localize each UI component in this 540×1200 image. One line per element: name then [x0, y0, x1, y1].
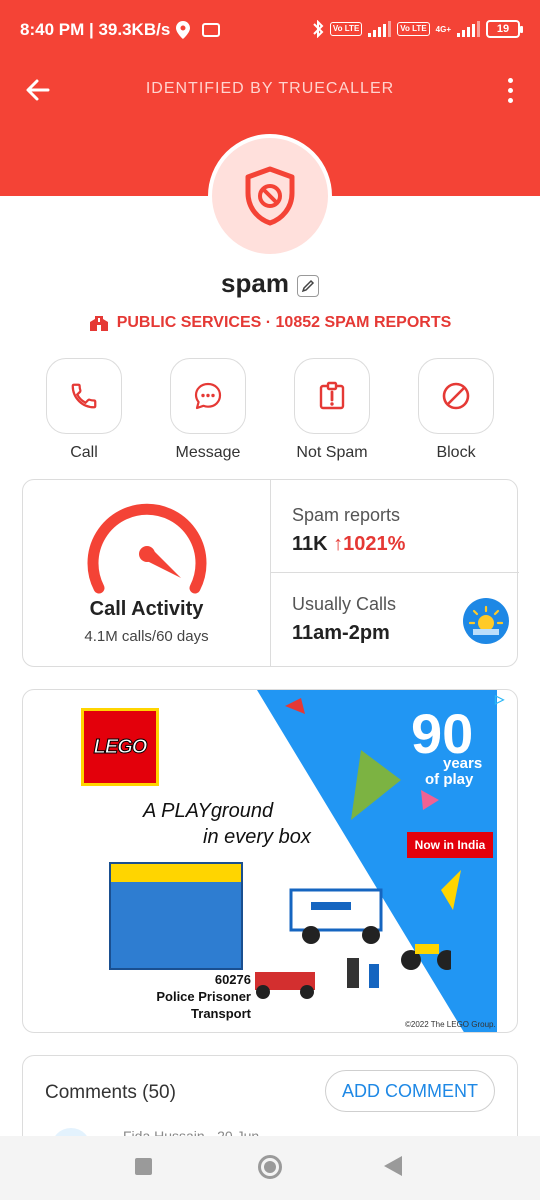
not-spam-button[interactable]: Not Spam	[287, 358, 377, 462]
ad-set-name-2: Transport	[191, 1006, 251, 1021]
usually-calls-value: 11am-2pm	[292, 622, 390, 644]
ad-set-name-1: Police Prisoner	[156, 989, 251, 1004]
stats-divider-horizontal	[270, 572, 519, 573]
spam-reports-label: Spam reports	[292, 505, 401, 525]
name-row: spam	[0, 268, 540, 299]
bluetooth-icon	[313, 20, 324, 38]
signal-icon-1	[368, 21, 392, 37]
comments-title: Comments (50)	[45, 1082, 176, 1103]
adchoices-icon[interactable]: ▷	[495, 692, 513, 708]
battery-level: 19	[496, 23, 510, 35]
ad-copyright: ©2022 The LEGO Group.	[405, 1020, 496, 1029]
call-button-circle[interactable]	[46, 358, 122, 434]
call-activity-title: Call Activity	[89, 598, 204, 620]
spam-growth-arrow-icon: ↑	[333, 533, 344, 555]
message-label: Message	[175, 444, 241, 461]
not-spam-button-circle[interactable]	[294, 358, 370, 434]
volte-badge-2: Vo LTE	[397, 22, 430, 36]
ad-of-play: of play	[425, 771, 474, 788]
ad-90: 90	[411, 702, 474, 765]
lego-logo-text: LEGO	[93, 735, 148, 758]
ad-tagline-1: A PLAYground	[143, 800, 274, 822]
network-type: 4G+	[435, 24, 451, 34]
stats-divider-vertical	[270, 480, 271, 666]
more-options-button[interactable]	[500, 74, 520, 106]
ad-cta-button[interactable]: Now in India	[407, 832, 493, 858]
police-truck-image	[255, 888, 451, 999]
status-right: Vo LTE Vo LTE 4G+ 19	[312, 20, 523, 38]
category-text: PUBLIC SERVICES · 10852 SPAM REPORTS	[116, 314, 452, 331]
location-icon	[176, 21, 191, 39]
add-comment-button[interactable]: ADD COMMENT	[325, 1070, 495, 1112]
spam-reports-value-row: 11K ↑1021%	[292, 533, 405, 556]
battery-icon: 19	[486, 20, 523, 38]
block-label: Block	[436, 444, 476, 461]
ad-banner[interactable]: LEGO A PLAYground in every box 60276 Pol…	[61, 690, 497, 1032]
lego-logo: LEGO	[81, 708, 159, 786]
recents-button[interactable]	[135, 1158, 152, 1175]
lego-set-box-image	[109, 862, 243, 970]
sun-icon	[463, 598, 509, 644]
ad-tagline: A PLAYground in every box	[143, 798, 333, 850]
comments-card: Comments (50) ADD COMMENT Fida Hussain ·…	[22, 1055, 518, 1145]
sun-glyph	[469, 605, 503, 635]
status-time: 8:40 PM | 39.3KB/s	[20, 20, 171, 39]
status-bar: 8:40 PM | 39.3KB/s Vo LTE Vo LTE 4G+ 19	[0, 0, 540, 62]
system-nav-bar	[0, 1136, 540, 1200]
phone-icon	[71, 383, 97, 409]
ad-card[interactable]: LEGO A PLAYground in every box 60276 Pol…	[22, 689, 518, 1033]
block-icon	[442, 382, 470, 410]
not-spam-label: Not Spam	[296, 444, 368, 461]
home-button[interactable]	[258, 1155, 282, 1179]
volte-badge-1: Vo LTE	[329, 22, 363, 36]
pencil-icon	[301, 279, 315, 292]
status-left: 8:40 PM | 39.3KB/s	[20, 20, 221, 40]
stats-card: Call Activity 4.1M calls/60 days Spam re…	[22, 479, 519, 667]
block-button[interactable]: Block	[411, 358, 501, 462]
contact-name: spam	[221, 268, 289, 298]
header-title: IDENTIFIED BY TRUECALLER	[145, 80, 395, 97]
speedometer-icon	[87, 503, 207, 594]
ad-set-number: 60276	[214, 972, 251, 987]
edit-name-button[interactable]	[296, 274, 319, 297]
action-bar: Call Message Not Spam Block	[0, 358, 540, 461]
signal-icon-2	[457, 21, 480, 37]
message-button-circle[interactable]	[170, 358, 246, 434]
call-activity-sub: 4.1M calls/60 days	[84, 628, 209, 645]
ad-90-years: 90 years of play	[411, 702, 497, 788]
spam-growth-value: 1021%	[343, 533, 406, 555]
call-button[interactable]: Call	[39, 358, 129, 462]
vr-icon	[202, 23, 221, 37]
chat-icon	[194, 382, 222, 410]
message-button[interactable]: Message	[163, 358, 253, 462]
spam-shield-icon	[245, 166, 295, 226]
spam-reports-value: 11K	[292, 533, 328, 555]
ad-years: years	[443, 755, 483, 772]
ad-set-name: Police Prisoner Transport	[121, 988, 251, 1022]
app-header: IDENTIFIED BY TRUECALLER	[0, 62, 540, 118]
call-label: Call	[70, 444, 98, 461]
alert-icon	[319, 381, 345, 410]
building-icon	[89, 316, 108, 331]
avatar	[208, 134, 332, 258]
block-button-circle[interactable]	[418, 358, 494, 434]
system-back-button[interactable]	[384, 1156, 402, 1176]
usually-calls-label: Usually Calls	[292, 594, 397, 614]
ad-tagline-2: in every box	[203, 826, 311, 848]
category-row: PUBLIC SERVICES · 10852 SPAM REPORTS	[0, 314, 540, 332]
